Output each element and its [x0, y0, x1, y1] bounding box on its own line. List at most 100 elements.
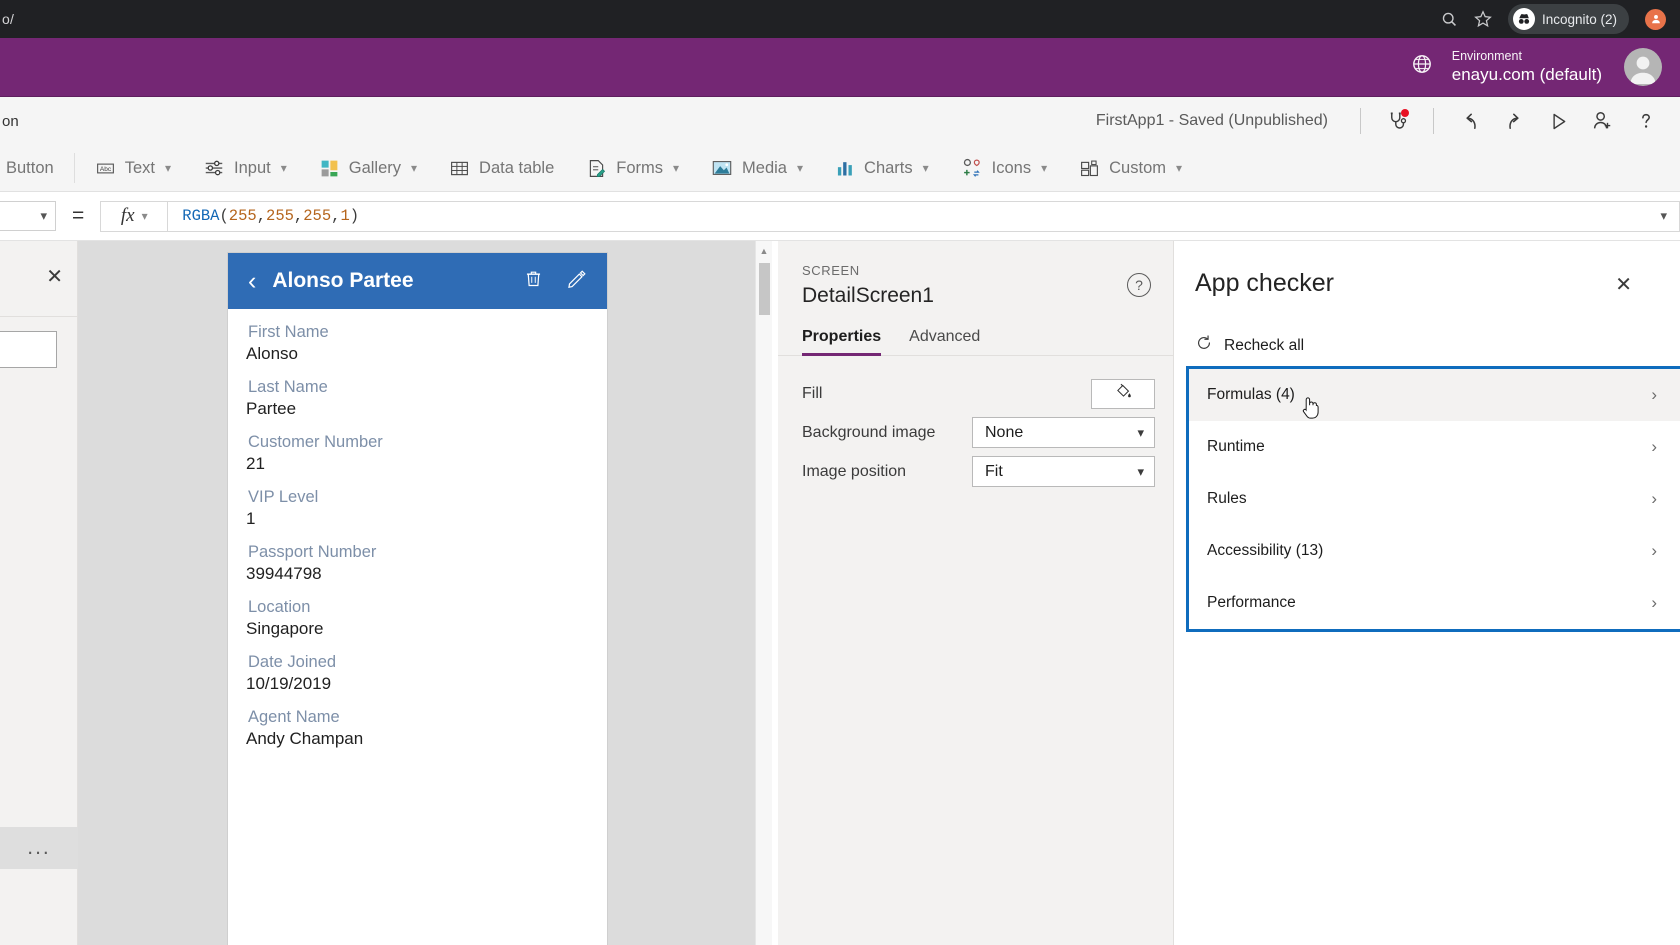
checker-item-label: Rules	[1207, 490, 1247, 507]
formula-token: 255	[266, 207, 294, 225]
left-tree-panel: ✕ ...	[0, 241, 78, 945]
close-x-icon[interactable]: ✕	[1615, 272, 1632, 297]
question-circle-icon[interactable]: ?	[1127, 273, 1151, 297]
insert-item-label: Data table	[479, 158, 555, 177]
chevron-right-icon: ›	[1651, 489, 1657, 508]
svg-text:Abc: Abc	[100, 165, 112, 172]
insert-item-input[interactable]: Input ▾	[187, 145, 303, 192]
formula-token: 255	[228, 207, 257, 225]
fx-function-button[interactable]: fx ▾	[100, 200, 169, 232]
checker-item-performance[interactable]: Performance ›	[1189, 577, 1680, 629]
incognito-label: Incognito (2)	[1541, 11, 1617, 27]
insert-item-charts[interactable]: Charts ▾	[819, 145, 945, 192]
checker-item-label: Performance	[1207, 594, 1296, 611]
environment-info[interactable]: Environment enayu.com (default)	[1452, 49, 1602, 86]
recheck-all-button[interactable]: Recheck all	[1175, 334, 1680, 357]
globe-environment-icon[interactable]	[1410, 52, 1434, 82]
search-input[interactable]	[0, 331, 57, 368]
property-label: Background image	[802, 423, 936, 441]
power-apps-studio: o/ Incognito (2) Environment enayu.com (…	[0, 0, 1680, 945]
form-field[interactable]: Agent Name Andy Champan	[246, 708, 589, 749]
insert-item-label: Forms	[616, 158, 664, 177]
insert-item-icons[interactable]: Icons ▾	[945, 145, 1063, 192]
app-checker-header: App checker ✕	[1175, 241, 1680, 298]
formula-expand-chevron-down-icon[interactable]: ▾	[1660, 209, 1667, 224]
question-mark-icon[interactable]	[1624, 104, 1668, 138]
checker-item-rules[interactable]: Rules ›	[1189, 473, 1680, 525]
form-field[interactable]: VIP Level 1	[246, 488, 589, 529]
properties-tabs: Properties Advanced	[778, 328, 1173, 356]
command-left-fragment[interactable]: on	[2, 113, 19, 130]
checker-item-label: Formulas (4)	[1207, 386, 1295, 403]
form-field[interactable]: Customer Number 21	[246, 433, 589, 474]
form-field[interactable]: Date Joined 10/19/2019	[246, 653, 589, 694]
sliders-input-icon	[203, 157, 225, 179]
chevron-right-icon: ›	[1651, 541, 1657, 560]
insert-item-gallery[interactable]: Gallery ▾	[303, 145, 433, 192]
stethoscope-icon[interactable]	[1375, 104, 1419, 138]
field-label: Date Joined	[248, 653, 337, 671]
environment-name: enayu.com (default)	[1451, 65, 1602, 85]
redo-arrow-icon[interactable]	[1492, 104, 1536, 138]
tab-properties[interactable]: Properties	[802, 328, 882, 356]
chevron-down-icon: ▾	[411, 161, 418, 175]
checker-item-accessibility[interactable]: Accessibility (13) ›	[1189, 525, 1680, 577]
refresh-circle-icon	[1195, 334, 1213, 357]
insert-item-text[interactable]: Abc Text ▾	[79, 145, 187, 192]
person-add-icon[interactable]	[1580, 104, 1624, 138]
form-field[interactable]: First Name Alonso	[246, 323, 589, 364]
background-image-dropdown[interactable]: None ▾	[972, 417, 1155, 448]
equals-sign: =	[72, 204, 85, 227]
checker-item-label: Runtime	[1207, 438, 1265, 455]
checker-item-formulas[interactable]: Formulas (4) ›	[1189, 369, 1680, 421]
url-fragment: o/	[2, 11, 15, 27]
insert-item-forms[interactable]: Forms ▾	[570, 145, 695, 192]
environment-header: Environment enayu.com (default)	[0, 38, 1680, 97]
formula-token: ,	[331, 207, 341, 225]
phone-preview[interactable]: ‹ Alonso Partee First Name Alonso Last N…	[228, 253, 607, 945]
pencil-edit-icon[interactable]	[566, 268, 587, 295]
save-status-text: FirstApp1 - Saved (Unpublished)	[1095, 112, 1328, 129]
canvas-scrollbar[interactable]: ▲	[755, 241, 772, 945]
formula-token: 255	[303, 207, 332, 225]
user-avatar-icon[interactable]	[1624, 48, 1662, 86]
field-value: Andy Champan	[246, 729, 364, 748]
app-canvas[interactable]: ‹ Alonso Partee First Name Alonso Last N…	[78, 241, 761, 945]
triangle-up-icon[interactable]: ▲	[756, 241, 772, 256]
insert-item-media[interactable]: Media ▾	[695, 145, 819, 192]
chevron-left-icon[interactable]: ‹	[248, 267, 256, 296]
field-value: Alonso	[246, 344, 298, 363]
insert-item-button[interactable]: Button	[0, 145, 70, 192]
text-abc-icon: Abc	[95, 158, 116, 179]
form-field[interactable]: Location Singapore	[246, 598, 589, 639]
property-selector-dropdown[interactable]: ▾	[0, 201, 56, 231]
image-position-dropdown[interactable]: Fit ▾	[972, 456, 1155, 487]
play-triangle-icon[interactable]	[1536, 104, 1580, 138]
profile-avatar-icon[interactable]	[1645, 8, 1666, 30]
undo-arrow-icon[interactable]	[1448, 104, 1492, 138]
scrollbar-thumb[interactable]	[759, 263, 770, 315]
insert-item-label: Icons	[991, 158, 1032, 177]
tab-advanced[interactable]: Advanced	[909, 328, 980, 355]
insert-item-custom[interactable]: Custom ▾	[1063, 145, 1198, 192]
form-field[interactable]: Last Name Partee	[246, 378, 589, 419]
insert-item-data-table[interactable]: Data table	[433, 145, 570, 192]
checker-item-runtime[interactable]: Runtime ›	[1189, 421, 1680, 473]
incognito-indicator[interactable]: Incognito (2)	[1507, 4, 1629, 34]
field-label: First Name	[248, 323, 329, 341]
dropdown-value: None	[985, 423, 1024, 441]
insert-item-label: Custom	[1109, 158, 1166, 177]
close-x-icon[interactable]: ✕	[46, 264, 63, 289]
mouse-cursor-pointer-icon	[1301, 395, 1323, 421]
ellipsis-icon: ...	[27, 836, 51, 859]
trash-can-icon[interactable]	[523, 268, 544, 295]
tree-item-overflow-menu[interactable]: ...	[0, 827, 78, 869]
bookmark-star-icon[interactable]	[1474, 10, 1492, 28]
app-checker-badge	[1401, 109, 1409, 117]
form-field[interactable]: Passport Number 39944798	[246, 543, 589, 584]
zoom-search-icon[interactable]	[1441, 11, 1458, 28]
formula-input[interactable]: RGBA(255, 255, 255, 1) ▾	[168, 200, 1680, 232]
insert-item-label: Text	[124, 158, 155, 177]
properties-header: SCREEN DetailScreen1 ?	[778, 241, 1173, 308]
fill-color-button[interactable]	[1091, 378, 1155, 409]
